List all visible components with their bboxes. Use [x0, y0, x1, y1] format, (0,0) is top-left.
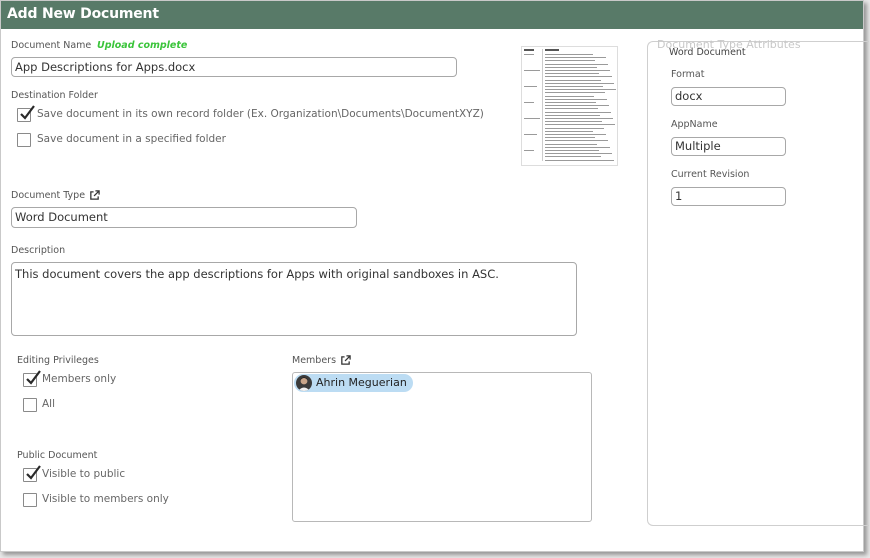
add-document-dialog: Add New Document Document Name Upload co… — [0, 0, 869, 552]
members-list[interactable]: Ahrin Meguerian — [292, 372, 592, 522]
appname-label: AppName — [671, 119, 718, 130]
own-folder-option-label: Save document in its own record folder (… — [37, 108, 484, 120]
attributes-type-name: Word Document — [669, 47, 746, 58]
members-only-checkbox[interactable] — [23, 370, 41, 387]
edit-all-label: All — [42, 398, 56, 410]
format-label: Format — [671, 69, 705, 80]
document-name-input[interactable]: App Descriptions for Apps.docx — [11, 57, 457, 77]
checkmark-icon — [26, 370, 41, 385]
public-document-label: Public Document — [17, 450, 98, 461]
checkmark-icon — [20, 105, 35, 120]
checkmark-icon — [26, 465, 41, 480]
visible-members-checkbox[interactable] — [23, 493, 37, 507]
edit-all-checkbox[interactable] — [23, 398, 37, 412]
document-type-label: Document Type — [11, 190, 86, 201]
destination-folder-label: Destination Folder — [11, 90, 98, 101]
own-folder-checkbox[interactable] — [17, 105, 35, 122]
editing-privileges-label: Editing Privileges — [17, 355, 99, 366]
dialog-title: Add New Document — [1, 1, 863, 29]
members-label: Members — [292, 355, 337, 366]
upload-status: Upload complete — [97, 40, 188, 51]
external-link-icon[interactable] — [340, 355, 351, 366]
member-name: Ahrin Meguerian — [316, 376, 407, 389]
document-type-attributes-panel — [647, 41, 869, 526]
format-input[interactable]: docx — [671, 87, 786, 106]
current-revision-label: Current Revision — [671, 169, 750, 180]
document-name-label: Document Name — [11, 40, 92, 51]
members-only-label: Members only — [42, 373, 117, 385]
external-link-icon[interactable] — [89, 190, 100, 201]
current-revision-input[interactable]: 1 — [671, 187, 786, 206]
member-chip[interactable]: Ahrin Meguerian — [294, 374, 413, 392]
visible-public-label: Visible to public — [42, 468, 126, 480]
document-preview-thumbnail — [521, 46, 618, 166]
specified-folder-option-label: Save document in a specified folder — [37, 133, 226, 145]
document-type-select[interactable]: Word Document — [11, 207, 357, 228]
description-label: Description — [11, 245, 66, 256]
avatar — [296, 375, 312, 391]
description-textarea[interactable]: This document covers the app description… — [11, 262, 577, 336]
visible-members-label: Visible to members only — [42, 493, 169, 505]
specified-folder-checkbox[interactable] — [17, 133, 31, 147]
visible-public-checkbox[interactable] — [23, 465, 41, 482]
appname-input[interactable]: Multiple — [671, 137, 786, 156]
